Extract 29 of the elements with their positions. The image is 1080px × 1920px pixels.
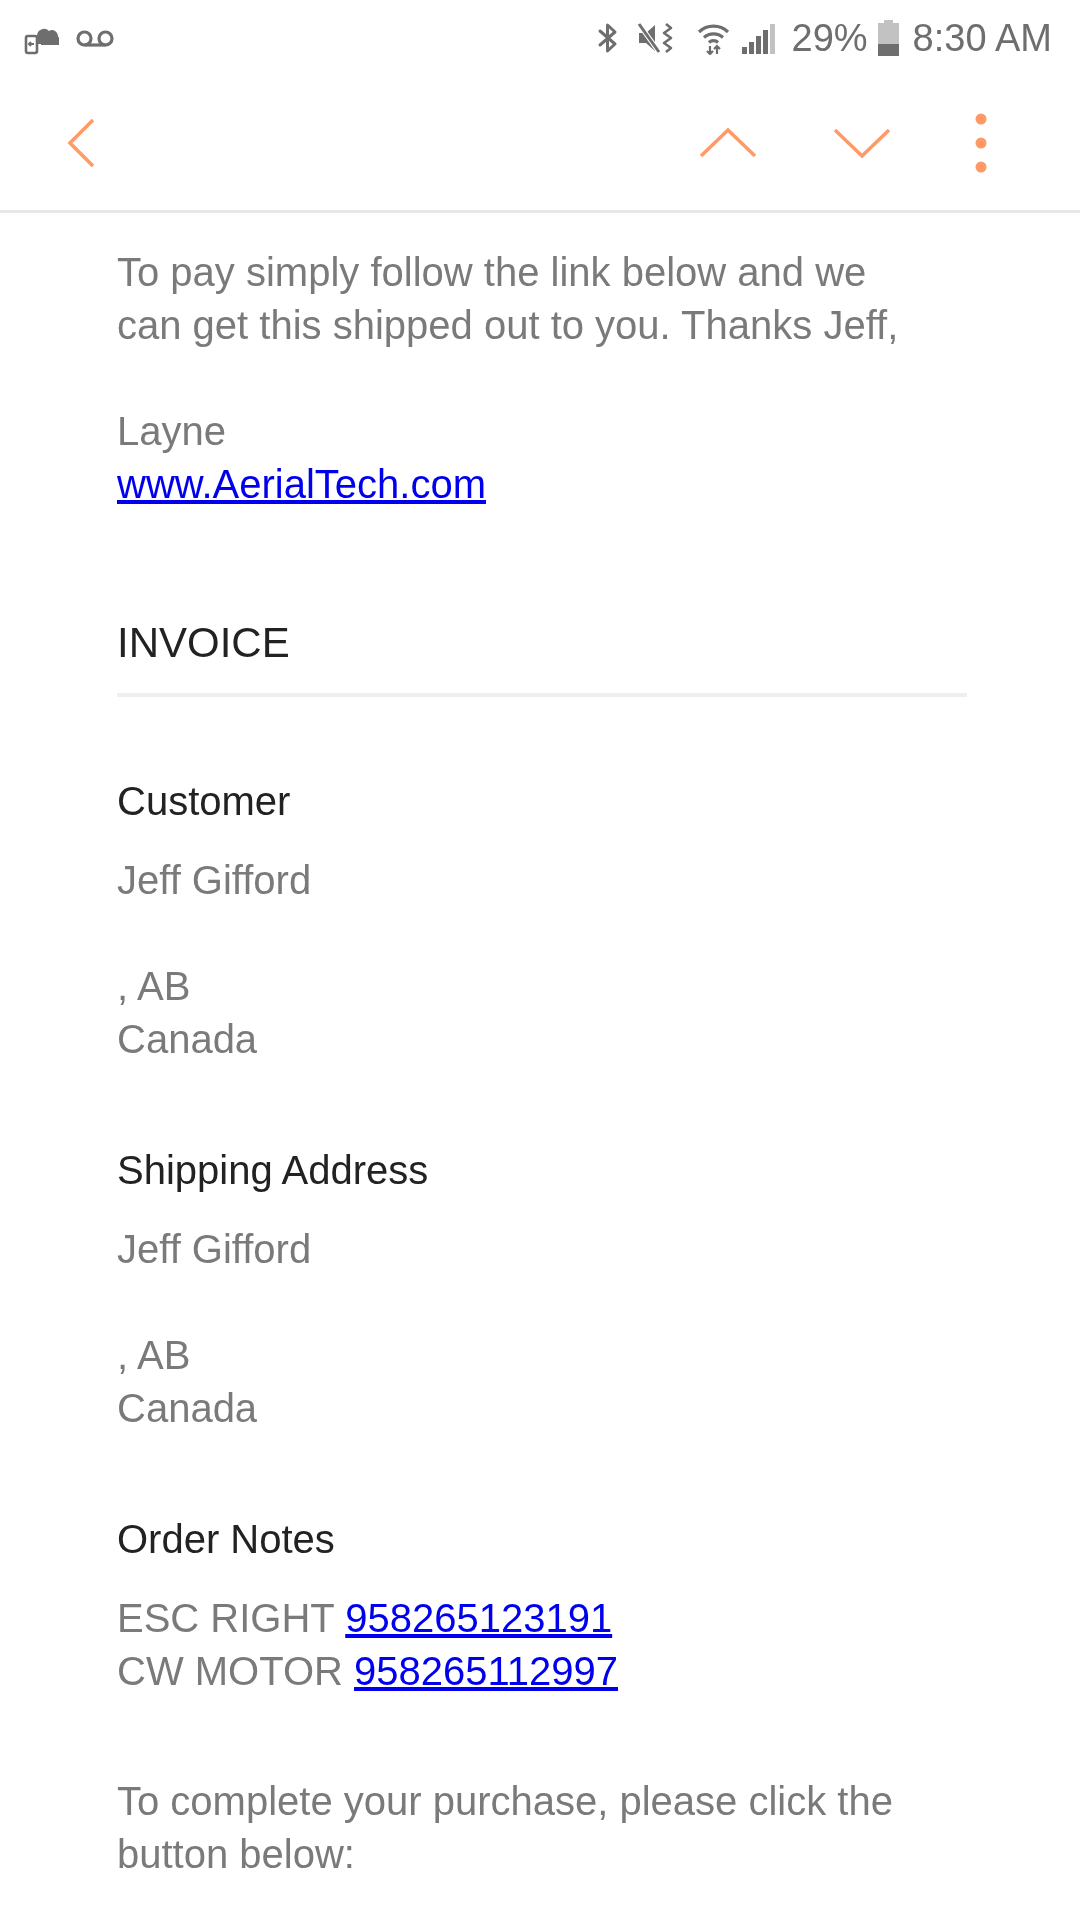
down-chevron-icon (833, 128, 891, 158)
section-heading: Shipping Address (117, 1147, 429, 1194)
note-label: CW MOTOR (117, 1649, 343, 1693)
muted-speaker-icon (636, 21, 674, 55)
number-link[interactable]: 958265112997 (354, 1649, 618, 1693)
address-line: Canada (117, 1385, 258, 1432)
section-heading: Customer (117, 778, 291, 825)
up-chevron-icon (699, 128, 757, 158)
intro-paragraph: To pay simply follow the link below and we can get this shipped out to you. Thanks Jeff, (117, 249, 900, 349)
person-name: Jeff Gifford (117, 857, 312, 904)
signal-icon (740, 22, 778, 54)
closing-paragraph: To complete your purchase, please click the button below: (117, 1778, 894, 1878)
voicemail-icon (76, 29, 114, 47)
battery-percentage: 29% (791, 16, 868, 60)
note-label: ESC RIGHT (117, 1596, 335, 1640)
section-heading: Order Notes (117, 1516, 335, 1563)
clock-time: 8:30 AM (912, 16, 1052, 60)
bluetooth-icon (596, 21, 619, 55)
address-line: , AB (117, 1332, 191, 1379)
invoice-title: INVOICE (117, 618, 290, 668)
website-link[interactable]: www.AerialTech.com (117, 458, 486, 511)
more-options-icon (975, 113, 987, 173)
sender-name: Layne (117, 408, 226, 455)
battery-icon (876, 20, 900, 56)
number-link[interactable]: 958265123191 (345, 1596, 613, 1640)
address-line: Canada (117, 1016, 258, 1063)
address-line: , AB (117, 963, 191, 1010)
person-name: Jeff Gifford (117, 1226, 312, 1273)
back-chevron-icon (67, 118, 95, 168)
